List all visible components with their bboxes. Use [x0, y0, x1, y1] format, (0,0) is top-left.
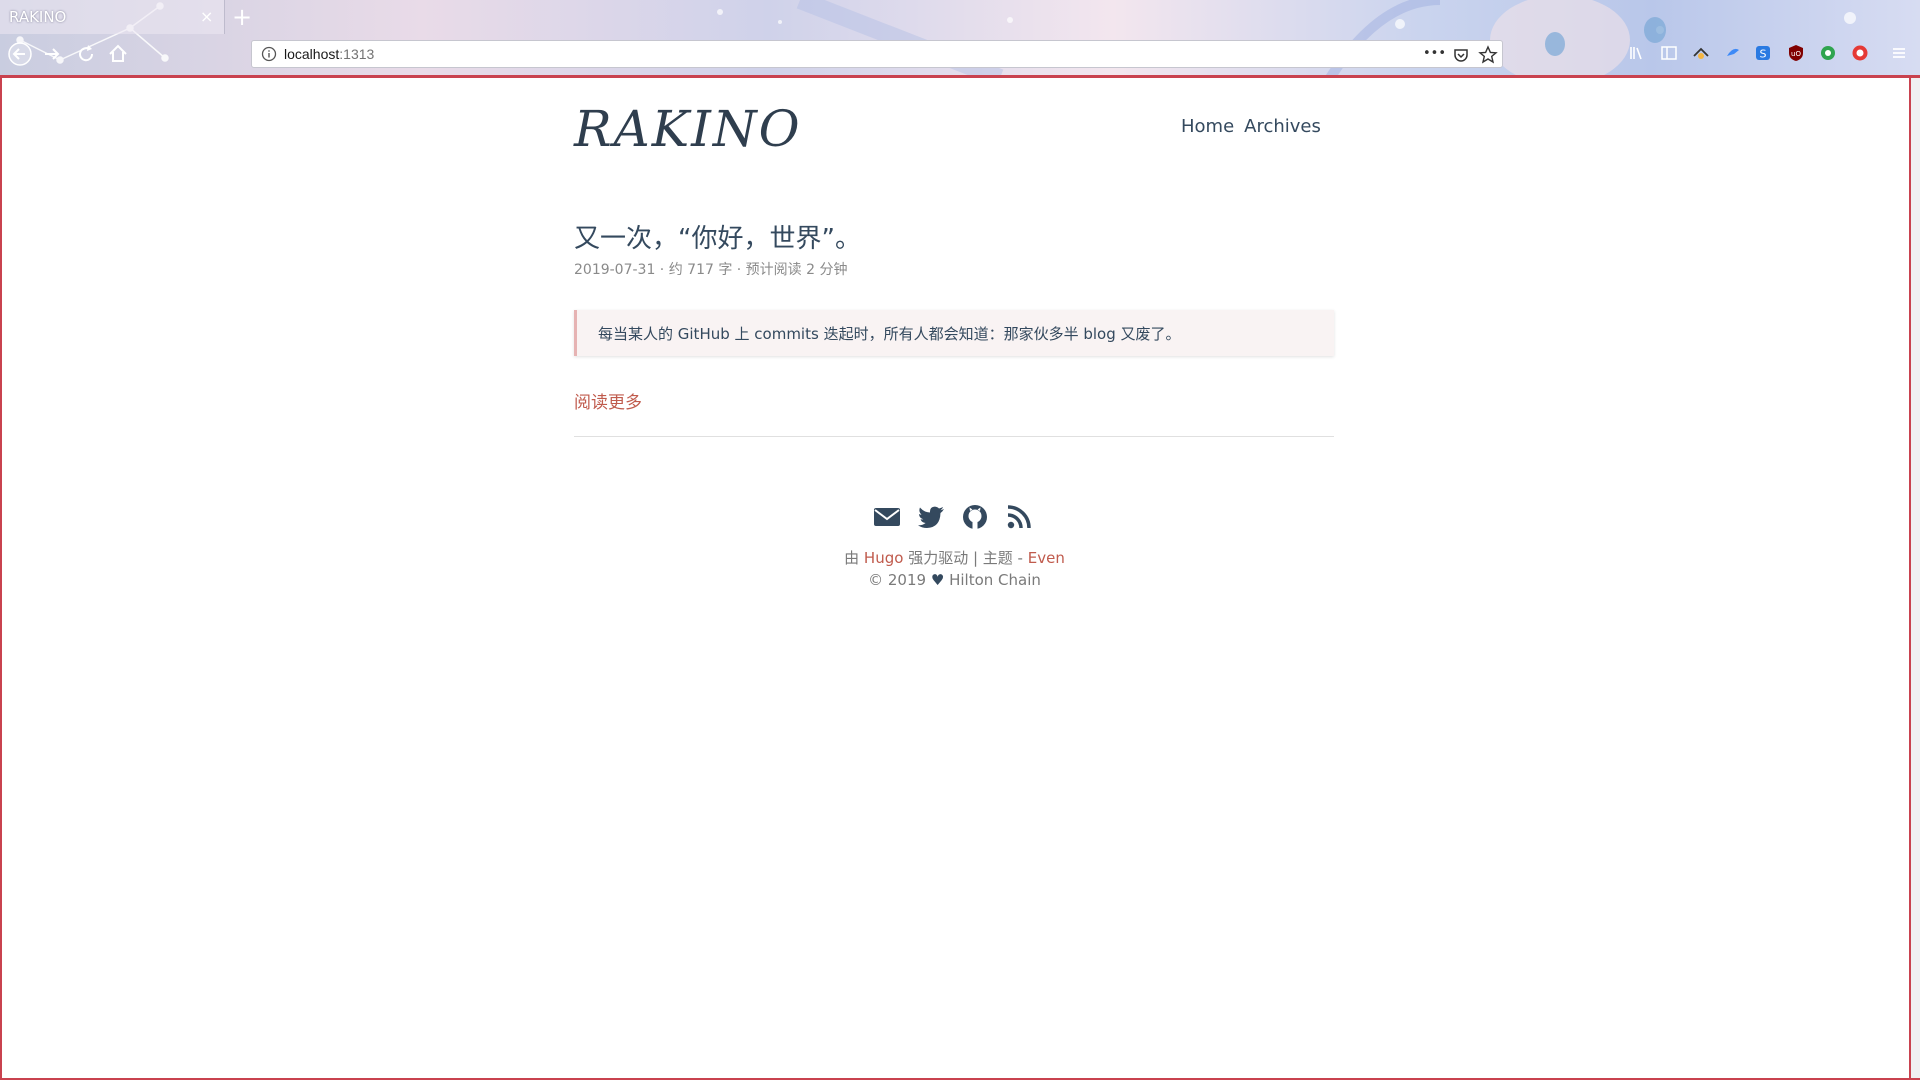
extension-icon-s[interactable]: S	[1754, 44, 1772, 62]
heart-icon: ♥	[930, 571, 945, 589]
rss-icon[interactable]	[1004, 502, 1034, 532]
site-nav: Home Archives	[1181, 116, 1321, 137]
author-name: Hilton Chain	[949, 571, 1041, 589]
extension-icon-bird[interactable]	[1724, 44, 1742, 62]
sidebar-icon[interactable]	[1660, 44, 1678, 62]
post-summary: 每当某人的 GitHub 上 commits 迭起时，所有人都会知道：那家伙多半…	[574, 310, 1334, 356]
github-icon[interactable]	[960, 502, 990, 532]
page-actions-menu[interactable]: •••	[1423, 46, 1446, 66]
post-title[interactable]: 又一次，“你好，世界”。	[574, 218, 861, 255]
back-button[interactable]	[8, 42, 32, 66]
reload-button[interactable]	[74, 42, 98, 66]
twitter-icon[interactable]	[916, 502, 946, 532]
extension-icon-green[interactable]	[1819, 44, 1837, 62]
url-host: localhost	[284, 46, 340, 62]
social-links	[872, 502, 1034, 532]
post-meta: 2019-07-31 · 约 717 字 · 预计阅读 2 分钟	[574, 262, 848, 278]
ublock-icon[interactable]: uO	[1787, 44, 1805, 62]
site-info-icon[interactable]	[261, 46, 277, 62]
home-button[interactable]	[106, 42, 130, 66]
page-scrollbar[interactable]	[1911, 78, 1920, 1078]
extension-icon-tracker[interactable]	[1692, 44, 1710, 62]
bookmark-star-icon[interactable]	[1478, 45, 1498, 65]
browser-tab-active[interactable]: RAKINO ×	[0, 0, 225, 34]
nav-item-archives[interactable]: Archives	[1244, 116, 1321, 137]
site-logo[interactable]: RAKINO	[574, 100, 802, 158]
powered-middle: 强力驱动 | 主题 -	[908, 549, 1023, 567]
extension-icon-red[interactable]	[1851, 44, 1869, 62]
theme-even-link[interactable]: Even	[1028, 549, 1065, 567]
powered-prefix: 由	[844, 549, 860, 567]
forward-button[interactable]	[40, 42, 64, 66]
email-icon[interactable]	[872, 502, 902, 532]
nav-item-home[interactable]: Home	[1181, 116, 1234, 137]
address-bar[interactable]: localhost:1313 •••	[251, 40, 1503, 68]
copyright-year: © 2019	[868, 571, 927, 589]
hamburger-menu-icon[interactable]	[1890, 44, 1908, 62]
browser-toolbar: RAKINO × + localhost:1313 ••• S uO	[0, 0, 1920, 78]
new-tab-button[interactable]: +	[232, 3, 252, 31]
page-content: RAKINO Home Archives 又一次，“你好，世界”。 2019-0…	[0, 78, 1909, 1078]
pocket-icon[interactable]	[1451, 45, 1471, 65]
post-divider	[574, 436, 1334, 437]
read-more-link[interactable]: 阅读更多	[574, 388, 642, 413]
library-icon[interactable]	[1628, 44, 1646, 62]
tab-title: RAKINO	[9, 8, 67, 26]
hugo-link[interactable]: Hugo	[864, 549, 904, 567]
url-port: :1313	[339, 46, 375, 62]
powered-by: 由 Hugo 强力驱动 | 主题 - Even	[0, 547, 1909, 568]
svg-text:S: S	[1760, 48, 1767, 61]
svg-text:uO: uO	[1791, 50, 1801, 58]
copyright: © 2019 ♥ Hilton Chain	[0, 571, 1909, 589]
url-text[interactable]: localhost:1313	[284, 46, 374, 62]
tab-close-button[interactable]: ×	[200, 7, 213, 26]
